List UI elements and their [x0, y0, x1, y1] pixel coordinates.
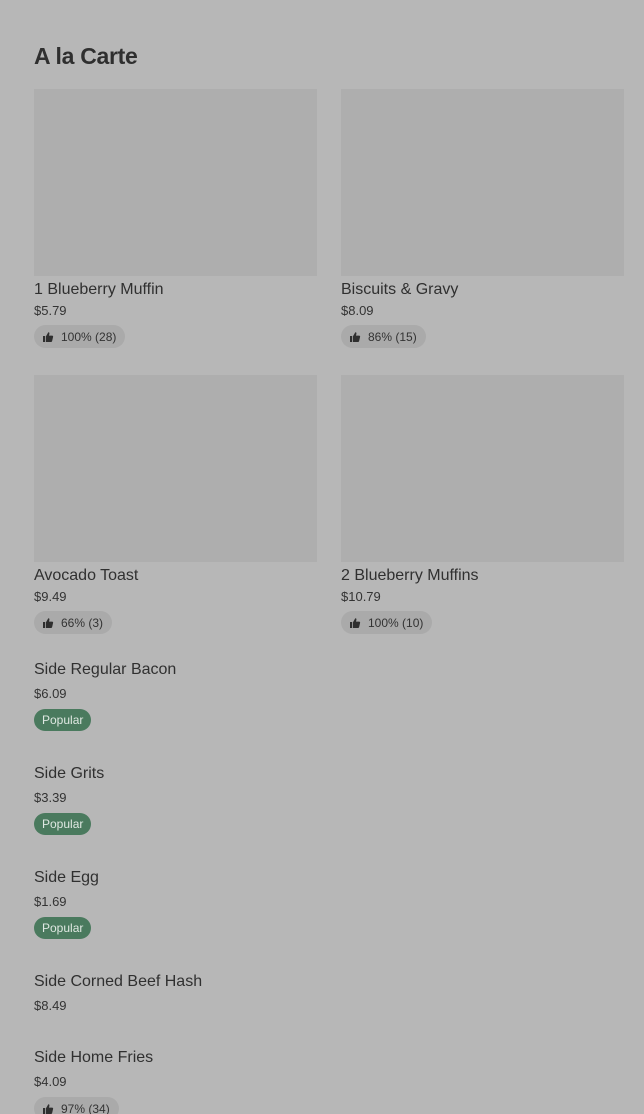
item-price: $3.39	[34, 790, 67, 805]
section-title: A la Carte	[34, 43, 138, 69]
item-price: $6.09	[34, 686, 67, 701]
popular-badge: Popular	[34, 917, 92, 939]
item-name: 1 Blueberry Muffin	[34, 281, 164, 298]
item-image-placeholder	[341, 89, 624, 276]
item-image-placeholder	[341, 375, 624, 562]
thumbs-up-icon	[349, 331, 361, 343]
rating-pill: 66% (3)	[34, 611, 113, 634]
item-price: $8.49	[34, 998, 67, 1013]
menu-item-side-home-fries[interactable]: Side Home Fries $4.09 97% (34)	[34, 1049, 614, 1114]
item-name: Side Egg	[34, 869, 99, 886]
menu-item-card-avocado-toast[interactable]: Avocado Toast $9.49 66% (3)	[34, 375, 317, 634]
popular-badge: Popular	[34, 709, 92, 731]
item-price: $10.79	[341, 589, 381, 604]
item-name: Side Home Fries	[34, 1049, 154, 1066]
rating-pill: 100% (10)	[341, 611, 433, 634]
popular-badge: Popular	[34, 813, 92, 835]
rating-text: 66% (3)	[61, 615, 104, 630]
rating-pill: 97% (34)	[34, 1097, 119, 1114]
rating-text: 86% (15)	[368, 329, 417, 344]
menu-item-side-corned-beef-hash[interactable]: Side Corned Beef Hash $8.49	[34, 973, 614, 1013]
item-price: $4.09	[34, 1074, 67, 1089]
thumbs-up-icon	[349, 617, 361, 629]
menu-item-card-1-blueberry-muffin[interactable]: 1 Blueberry Muffin $5.79 100% (28)	[34, 89, 317, 348]
item-price: $1.69	[34, 894, 67, 909]
rating-text: 100% (28)	[61, 329, 117, 344]
item-name: Side Regular Bacon	[34, 661, 177, 678]
item-price: $9.49	[34, 589, 67, 604]
item-price: $8.09	[341, 303, 374, 318]
item-image-placeholder	[34, 89, 317, 276]
rating-pill: 86% (15)	[341, 325, 426, 348]
thumbs-up-icon	[42, 617, 54, 629]
item-name: Avocado Toast	[34, 567, 139, 584]
thumbs-up-icon	[42, 331, 54, 343]
menu-item-side-regular-bacon[interactable]: Side Regular Bacon $6.09 Popular	[34, 661, 614, 731]
menu-item-card-2-blueberry-muffins[interactable]: 2 Blueberry Muffins $10.79 100% (10)	[341, 375, 624, 634]
rating-text: 97% (34)	[61, 1101, 110, 1114]
rating-pill: 100% (28)	[34, 325, 126, 348]
menu-page: A la Carte 1 Blueberry Muffin $5.79 100%…	[0, 0, 644, 1114]
item-image-placeholder	[34, 375, 317, 562]
item-name: Side Grits	[34, 765, 105, 782]
menu-item-side-egg[interactable]: Side Egg $1.69 Popular	[34, 869, 614, 939]
item-name: 2 Blueberry Muffins	[341, 567, 479, 584]
item-name: Side Corned Beef Hash	[34, 973, 203, 990]
item-price: $5.79	[34, 303, 67, 318]
thumbs-up-icon	[42, 1103, 54, 1114]
menu-item-card-biscuits-gravy[interactable]: Biscuits & Gravy $8.09 86% (15)	[341, 89, 624, 348]
rating-text: 100% (10)	[368, 615, 424, 630]
item-name: Biscuits & Gravy	[341, 281, 459, 298]
menu-item-side-grits[interactable]: Side Grits $3.39 Popular	[34, 765, 614, 835]
